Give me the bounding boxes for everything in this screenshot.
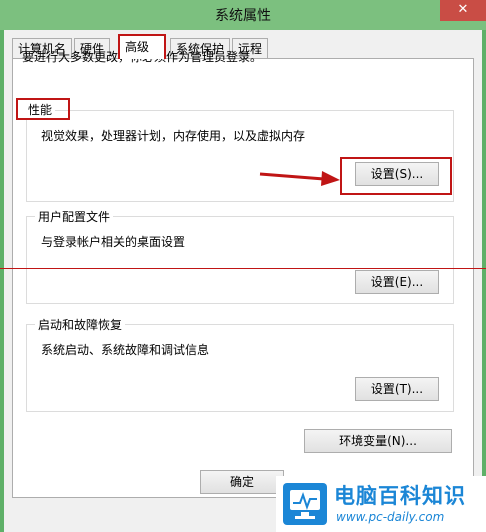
system-properties-window: 系统属性 ✕ 计算机名 硬件 高级 系统保护 远程 要进行大多数更改，你必须作为…	[0, 0, 486, 532]
performance-title: 性能	[25, 101, 56, 118]
performance-settings-button[interactable]: 设置(S)...	[355, 162, 439, 186]
close-button[interactable]: ✕	[440, 0, 486, 21]
annotation-arrow	[259, 171, 340, 186]
user-profiles-description: 与登录帐户相关的桌面设置	[41, 235, 186, 249]
startup-recovery-description: 系统启动、系统故障和调试信息	[41, 343, 210, 357]
close-icon: ✕	[457, 2, 469, 17]
watermark-title: 电脑百科知识	[334, 484, 466, 508]
user-profiles-settings-button[interactable]: 设置(E)...	[355, 270, 439, 294]
startup-recovery-settings-button[interactable]: 设置(T)...	[355, 377, 439, 401]
watermark-url: www.pc-daily.com	[336, 510, 445, 524]
window-title: 系统属性	[215, 8, 271, 24]
monitor-logo-icon	[283, 483, 327, 525]
environment-variables-button[interactable]: 环境变量(N)...	[304, 429, 452, 453]
ok-button[interactable]: 确定	[200, 470, 284, 494]
startup-recovery-title: 启动和故障恢复	[35, 316, 126, 333]
annotation-line	[0, 268, 486, 269]
watermark: 电脑百科知识 www.pc-daily.com	[276, 476, 486, 532]
title-bar[interactable]: 系统属性 ✕	[0, 0, 486, 30]
performance-description: 视觉效果，处理器计划，内存使用，以及虚拟内存	[41, 129, 306, 143]
user-profiles-title: 用户配置文件	[35, 208, 114, 225]
tab-advanced[interactable]: 高级	[118, 34, 166, 59]
